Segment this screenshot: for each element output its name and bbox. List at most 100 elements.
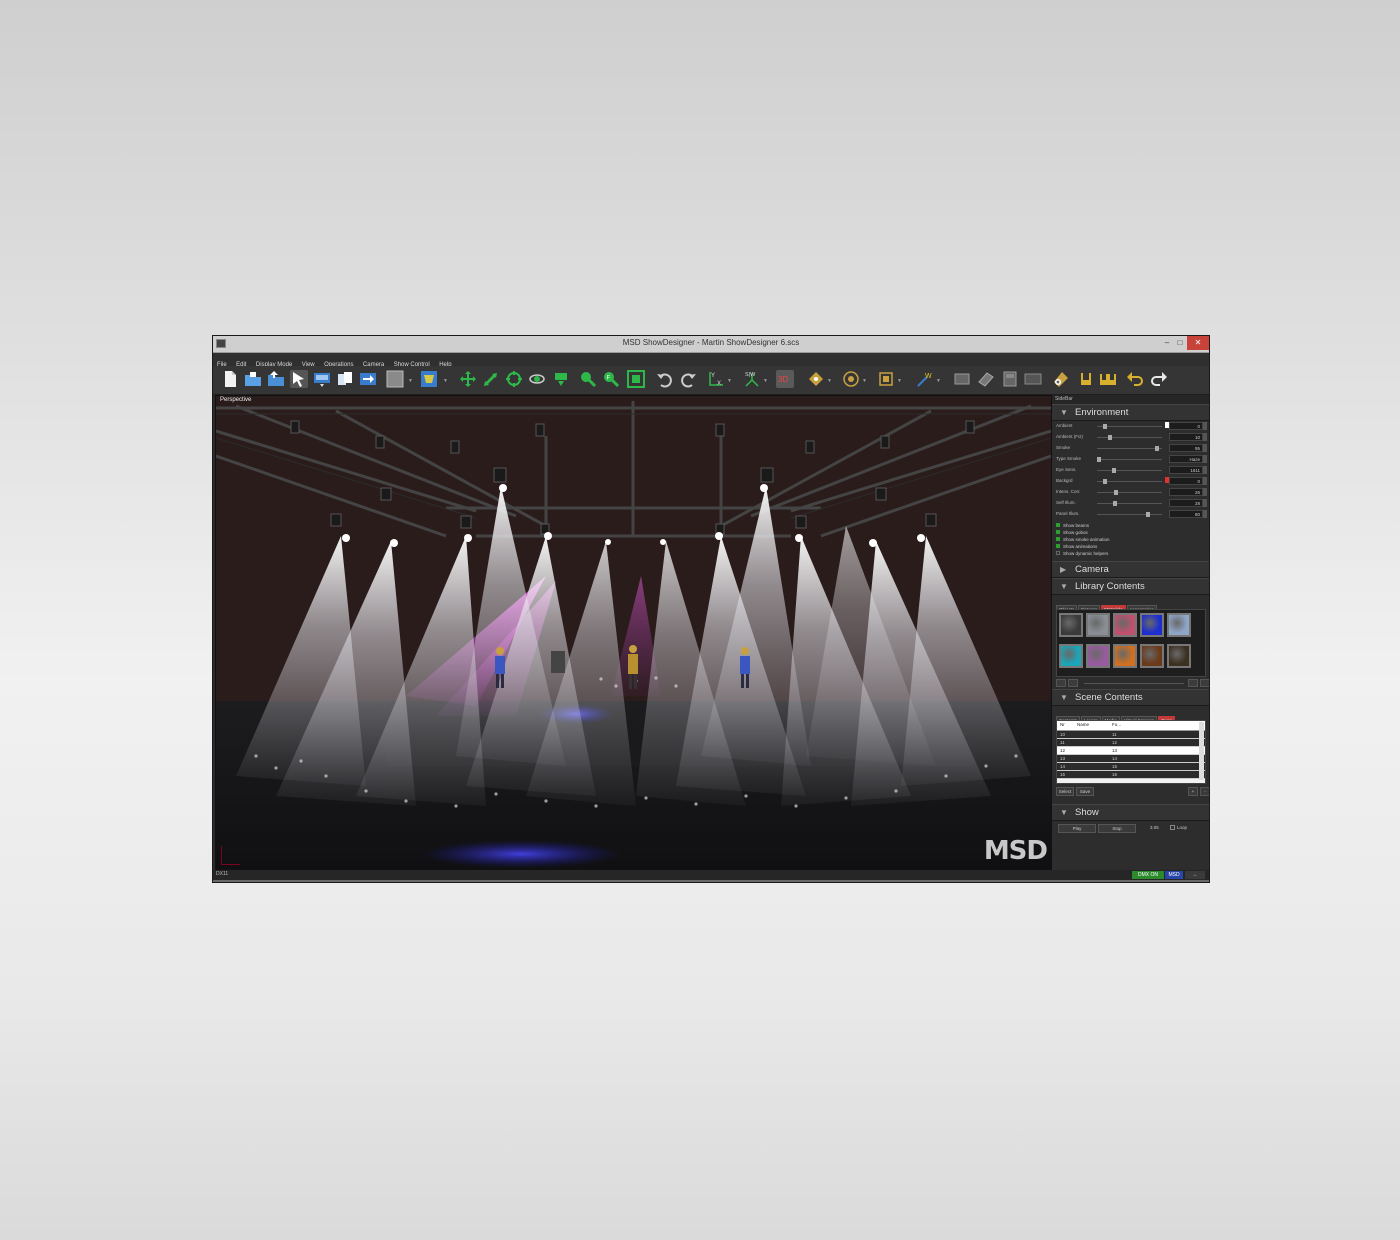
msd-status-badge[interactable]: MSD: [1165, 871, 1183, 879]
stop-button[interactable]: Stop: [1098, 824, 1136, 833]
env-value-field[interactable]: Haze: [1169, 455, 1203, 463]
maximize-button[interactable]: □: [1172, 336, 1188, 350]
table-row[interactable]: 15 16: [1057, 771, 1205, 779]
group-icon[interactable]: [1077, 370, 1095, 388]
box-icon[interactable]: [1001, 370, 1019, 388]
material-thumbnail[interactable]: [1140, 613, 1164, 637]
redo-icon[interactable]: [1150, 370, 1168, 388]
spin-icon[interactable]: [1203, 499, 1207, 507]
spin-icon[interactable]: [1203, 466, 1207, 474]
spin-icon[interactable]: [1203, 433, 1207, 441]
env-value-field[interactable]: 0: [1169, 422, 1203, 430]
material-thumbnail[interactable]: [1113, 644, 1137, 668]
checkbox[interactable]: [1056, 537, 1060, 541]
zoom-icon[interactable]: [579, 370, 597, 388]
remove-cue-button[interactable]: -: [1200, 787, 1209, 796]
resize-icon[interactable]: [482, 370, 500, 388]
env-slider[interactable]: [1097, 424, 1162, 429]
dmx-status-badge[interactable]: DMX ON: [1132, 871, 1164, 879]
material-thumbnail[interactable]: [1140, 644, 1164, 668]
chevron-down-icon[interactable]: ▼: [827, 378, 832, 384]
play-button[interactable]: Play: [1058, 824, 1096, 833]
network-icon[interactable]: ↔: [1185, 871, 1205, 879]
material-thumbnail[interactable]: [1113, 613, 1137, 637]
env-value-field[interactable]: 26: [1169, 488, 1203, 496]
spin-icon[interactable]: [1203, 510, 1207, 518]
close-button[interactable]: ✕: [1187, 336, 1209, 350]
open-folder-icon[interactable]: [244, 370, 262, 388]
env-slider[interactable]: [1097, 490, 1162, 495]
env-slider[interactable]: [1097, 435, 1162, 440]
loop-checkbox[interactable]: [1170, 825, 1175, 830]
new-file-icon[interactable]: [221, 370, 239, 388]
undo-view-icon[interactable]: [656, 370, 674, 388]
thumb-size-slider[interactable]: [1084, 683, 1184, 684]
spin-icon[interactable]: [1203, 488, 1207, 496]
slider-knob[interactable]: [1097, 457, 1101, 462]
table-row[interactable]: 12 13: [1057, 747, 1205, 755]
env-checkbox-row[interactable]: Show gobos: [1052, 529, 1209, 536]
env-slider[interactable]: [1097, 501, 1162, 506]
env-checkbox-row[interactable]: Show smoke animation: [1052, 536, 1209, 543]
slider-knob[interactable]: [1103, 479, 1108, 484]
tilt-plane-icon[interactable]: [977, 370, 995, 388]
floor-icon[interactable]: [1024, 370, 1042, 388]
material-thumbnail[interactable]: [1167, 613, 1191, 637]
chevron-down-icon[interactable]: ▼: [862, 378, 867, 384]
env-slider[interactable]: [1097, 446, 1162, 451]
slider-knob[interactable]: [1145, 512, 1150, 517]
material-thumbnail[interactable]: [1167, 644, 1191, 668]
scene-header[interactable]: ▼ Scene Contents: [1052, 689, 1209, 706]
table-row[interactable]: 10 11: [1057, 731, 1205, 739]
stage-icon[interactable]: [420, 370, 438, 388]
zoom-fit-icon[interactable]: F: [602, 370, 620, 388]
column-name[interactable]: Name: [1077, 722, 1089, 727]
grey-square-icon[interactable]: [386, 370, 404, 388]
spin-icon[interactable]: [1203, 455, 1207, 463]
env-value-field[interactable]: 80: [1169, 510, 1203, 518]
plane-icon[interactable]: [953, 370, 971, 388]
3d-view-icon[interactable]: 3D: [776, 370, 794, 388]
show-header[interactable]: ▼ Show: [1052, 804, 1209, 821]
checkbox[interactable]: [1056, 551, 1060, 555]
slider-knob[interactable]: [1107, 435, 1112, 440]
chevron-down-icon[interactable]: ▼: [408, 378, 413, 384]
select-arrow-icon[interactable]: [290, 370, 308, 388]
export-icon[interactable]: [359, 370, 377, 388]
env-value-field[interactable]: 95: [1169, 444, 1203, 452]
axis-sw-icon[interactable]: S|W: [743, 370, 761, 388]
copy-icon[interactable]: [336, 370, 354, 388]
grid-view-icon[interactable]: [1068, 679, 1078, 687]
env-value-field[interactable]: 0: [1169, 477, 1203, 485]
move-icon[interactable]: [459, 370, 477, 388]
env-checkbox-row[interactable]: Show dynamic helpers: [1052, 550, 1209, 557]
remove-icon[interactable]: [1200, 679, 1209, 687]
env-value-field[interactable]: 28: [1169, 499, 1203, 507]
undo-icon[interactable]: [1126, 370, 1144, 388]
checkbox[interactable]: [1056, 544, 1060, 548]
slider-knob[interactable]: [1154, 446, 1159, 451]
fixture-icon[interactable]: [313, 370, 331, 388]
chevron-down-icon[interactable]: ▼: [763, 378, 768, 384]
orbit-icon[interactable]: [528, 370, 546, 388]
material-thumbnail[interactable]: [1059, 644, 1083, 668]
axis-yx-icon[interactable]: YX: [707, 370, 725, 388]
camera-pos-icon[interactable]: [807, 370, 825, 388]
camera-frame-icon[interactable]: [877, 370, 895, 388]
wand-icon[interactable]: W: [916, 370, 934, 388]
column-fo[interactable]: Fo...: [1112, 722, 1121, 727]
env-slider[interactable]: [1097, 468, 1162, 473]
environment-header[interactable]: ▼ Environment: [1052, 404, 1209, 421]
chevron-down-icon[interactable]: ▼: [443, 378, 448, 384]
checkbox[interactable]: [1056, 530, 1060, 534]
camera-header[interactable]: ▶ Camera: [1052, 561, 1209, 578]
env-slider[interactable]: [1097, 457, 1162, 462]
chevron-down-icon[interactable]: ▼: [936, 378, 941, 384]
select-button[interactable]: Select: [1056, 787, 1074, 796]
color-swatch[interactable]: [1165, 477, 1169, 483]
slider-knob[interactable]: [1103, 424, 1108, 429]
zoom-extents-icon[interactable]: [627, 370, 645, 388]
spin-icon[interactable]: [1203, 444, 1207, 452]
table-row[interactable]: 11 12: [1057, 739, 1205, 747]
save-icon[interactable]: [267, 370, 285, 388]
